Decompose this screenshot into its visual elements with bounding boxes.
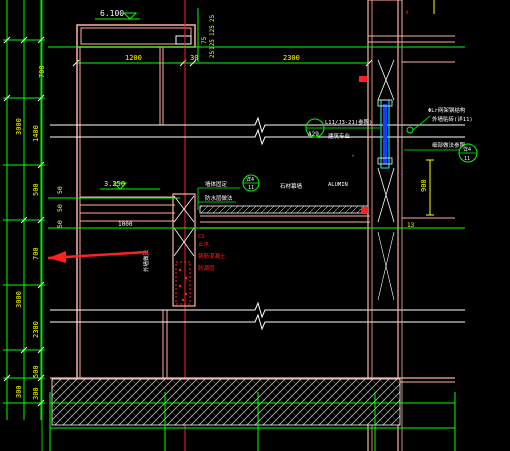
foundation [50,377,455,426]
dim-text: 3000 [15,118,23,135]
dim-text: 300 [15,385,23,398]
elevation-mark-mid: 3.250 [100,180,160,190]
callout-id: A29 [308,131,319,138]
dim-text: 700 [32,247,40,260]
callout-text: L11/J3-21(参照) [325,118,372,126]
dim-text: 1200 [125,54,142,62]
dim-text: 900 [420,179,428,192]
dim-text: 1000 [118,221,133,228]
dim-text: 2300 [32,321,40,338]
note-text: 外墙贴砖(详11) [432,115,473,123]
magenta-markers: ▸ ◂ [352,153,403,178]
dim-text: 50 [56,186,64,194]
red-pointer-arrow [47,250,149,263]
dim-text: 3000 [15,291,23,308]
dim-text: 25 [209,14,216,22]
dim-text: 50 [56,204,64,212]
elevation-mark-top: 6.100 [95,9,140,20]
note-text: 石材幕墙 [280,182,303,190]
break-line-upper [50,116,465,146]
callout-top: 详4 [246,176,254,183]
note-text: 止水 [198,240,210,248]
svg-text:◂: ◂ [400,172,403,178]
canopy-notes: 墙体固定 防水层做法 石材幕墙 ALUMIN [197,180,348,210]
edge-column [172,193,196,307]
note-text: 钢筋混凝土 [198,252,226,260]
right-notes: ΦLr网架钢结构 外墙贴砖(详11) 细部做法参照 [404,106,473,151]
dim-text: 125 [209,25,216,36]
break-line-lower [50,301,465,331]
note-text: 防潮层 [198,264,215,272]
dim-text: 300 [32,387,40,400]
note-text: 防水层做法 [205,194,233,202]
cad-section-drawing: 700 3000 1400 500 700 3000 2300 500 300 … [3,0,478,451]
elevation-text: 6.100 [100,9,124,18]
parapet-cap [76,24,196,48]
callout-id: 11 [464,156,470,162]
dim-text: 2300 [283,54,300,62]
cad-drawing-canvas[interactable]: 700 3000 1400 500 700 3000 2300 500 300 … [0,0,510,451]
svg-text:x: x [405,9,409,16]
note-text: 墙体固定 [205,180,228,188]
left-small-dims: 50 50 50 [56,186,64,228]
dim-text: 500 [32,365,40,378]
callout-detail-2: 详4 11 [242,174,260,192]
note-text: C1 [198,234,205,240]
callout-top: 详4 [463,146,471,153]
dim-text: 75 [201,36,208,44]
dim-text: 500 [32,183,40,196]
left-dimension-lines [3,0,45,420]
dim-text: 25 [209,50,216,58]
dim-text: 1400 [32,125,40,142]
top-dimension-chain: 1200 30 2300 [72,54,373,67]
elevation-text: 3.250 [104,180,125,188]
callout-sub: 建筑专业 [328,132,351,140]
svg-text:▸: ▸ [352,153,355,159]
note-text: ALUMIN [328,182,348,188]
note-text: ΦLr网架钢结构 [428,106,466,114]
callout-id: 11 [248,185,254,191]
dim-text: 30 [190,54,198,62]
callout-detail-right: 详4 11 [458,143,478,163]
dim-text: 50 [56,220,64,228]
red-notes-left: C1 止水 钢筋混凝土 防潮层 [198,234,226,272]
dim-text: 125 [209,39,216,50]
top-right-dims: 25 125 75 125 25 [197,8,216,62]
